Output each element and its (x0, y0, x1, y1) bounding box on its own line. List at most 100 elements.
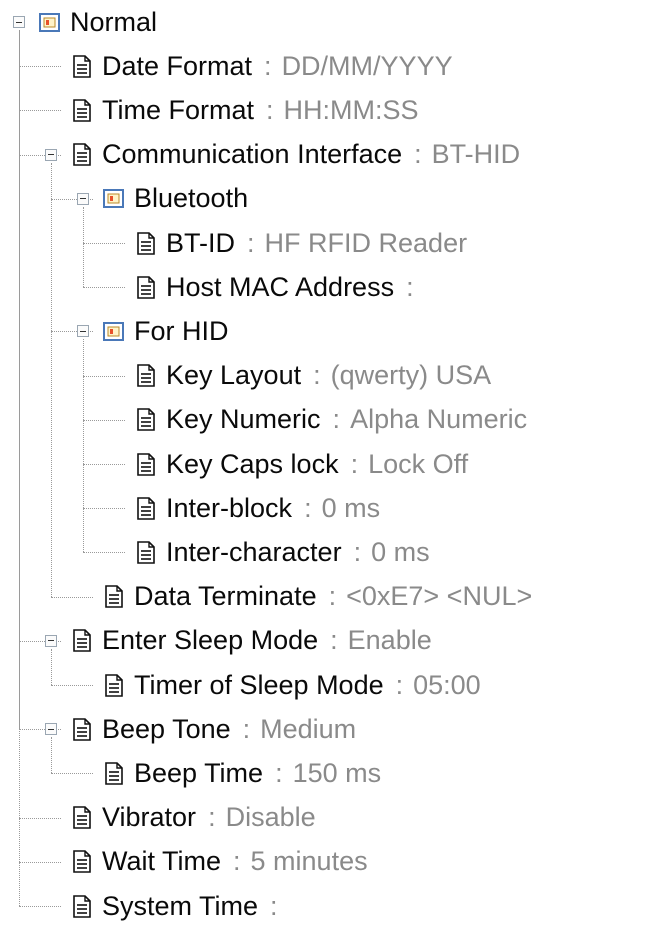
tree-item-separator: : (414, 139, 422, 170)
tree-connector (83, 206, 84, 288)
tree-item[interactable]: Beep Time:150 ms (103, 751, 381, 795)
document-icon (137, 496, 155, 520)
document-icon (73, 99, 91, 122)
tree-item-label: Beep Time (134, 757, 264, 788)
folder-icon (39, 12, 60, 32)
tree-item-label: BT-ID (166, 227, 236, 258)
tree-item-value: <0xE7> <NUL> (346, 581, 533, 612)
tree-item-label: System Time (102, 890, 259, 921)
tree-item-label: Inter-character (166, 536, 342, 567)
tree-connector (19, 30, 20, 906)
tree-item-value: 5 minutes (250, 846, 368, 877)
tree-item[interactable]: Normal (39, 0, 157, 44)
tree-item-value: Disable (225, 802, 316, 833)
collapse-toggle-icon[interactable] (45, 148, 57, 161)
tree-item-separator: : (275, 757, 283, 788)
document-icon (73, 894, 91, 918)
tree-item-value: 0 ms (321, 492, 381, 523)
tree-item-separator: : (247, 227, 255, 258)
collapse-toggle-icon[interactable] (77, 325, 89, 338)
tree-item-separator: : (266, 94, 274, 125)
tree-connector (83, 243, 125, 244)
document-icon (137, 364, 155, 387)
tree-item-separator: : (350, 448, 359, 479)
tree-item[interactable]: Host MAC Address: (135, 265, 414, 309)
tree-item[interactable]: Key Caps lock: Lock Off (135, 442, 468, 486)
tree-item[interactable]: Time Format: HH:MM:SS (71, 88, 419, 132)
document-icon (73, 717, 91, 741)
document-icon (105, 762, 123, 785)
tree-item-separator: : (313, 360, 321, 391)
document-icon (137, 231, 155, 255)
tree-item[interactable]: Beep Tone: Medium (71, 707, 356, 751)
tree-item[interactable]: Timer of Sleep Mode:05:00 (103, 663, 481, 707)
tree-item-value: HF RFID Reader (264, 227, 468, 258)
tree-item[interactable]: Data Terminate: <0xE7> <NUL> (103, 575, 532, 619)
tree-connector (19, 66, 61, 68)
tree-item-value: Medium (260, 713, 357, 744)
tree-item[interactable]: Inter-block:0 ms (135, 486, 380, 530)
tree-item-value: 05:00 (413, 669, 481, 700)
tree-item-separator: : (330, 625, 338, 656)
tree-item[interactable]: Vibrator: Disable (71, 796, 316, 840)
tree-item[interactable]: BT-ID: HF RFID Reader (135, 221, 467, 265)
document-icon (137, 541, 155, 564)
tree-item-label: Host MAC Address (166, 271, 395, 302)
document-icon (73, 54, 91, 78)
tree-connector (19, 861, 61, 863)
tree-item[interactable]: Date Format: DD/MM/YYYY (71, 44, 453, 88)
tree-item[interactable]: Key Numeric: Alpha Numeric (135, 398, 527, 442)
tree-item-separator: : (242, 713, 251, 744)
folder-icon (103, 189, 124, 209)
collapse-toggle-icon[interactable] (45, 634, 57, 647)
collapse-toggle-icon[interactable] (13, 16, 25, 28)
collapse-toggle-icon[interactable] (45, 723, 57, 736)
tree-item-separator: : (353, 536, 362, 567)
document-icon (137, 452, 155, 476)
tree-connector (51, 648, 52, 685)
tree-connector (19, 817, 61, 819)
tree-item-label: Inter-block (166, 492, 293, 523)
tree-item-separator: : (304, 492, 312, 523)
tree-item-separator: : (328, 581, 337, 612)
document-icon (73, 143, 91, 166)
tree-item[interactable]: Wait Time:5 minutes (71, 840, 368, 884)
tree-item[interactable]: Key Layout: (qwerty) USA (135, 354, 491, 398)
tree-item-separator: : (208, 802, 216, 833)
tree-connector (19, 110, 61, 112)
tree-item-value: (qwerty) USA (330, 360, 492, 391)
tree-item-value: 0 ms (371, 536, 430, 567)
tree-item-label: Wait Time (102, 846, 222, 877)
tree-item-value: HH:MM:SS (283, 94, 419, 125)
collapse-toggle-icon[interactable] (77, 192, 89, 205)
tree-item[interactable]: System Time: (71, 884, 278, 928)
tree-item-separator: : (233, 846, 241, 877)
document-icon (73, 850, 91, 874)
tree-item[interactable]: Inter-character:0 ms (135, 530, 430, 574)
tree-connector (83, 552, 125, 554)
tree-item[interactable]: For HID (103, 309, 229, 353)
document-icon (73, 806, 91, 829)
tree-item-separator: : (395, 669, 404, 700)
tree-item-value: Alpha Numeric (350, 404, 528, 435)
tree-item-label: Enter Sleep Mode (102, 625, 319, 656)
tree-connector (83, 419, 125, 421)
tree-connector (83, 287, 125, 289)
tree-item-value: BT-HID (431, 139, 521, 170)
document-icon (73, 629, 91, 653)
tree-item-label: Data Terminate (134, 581, 317, 612)
tree-item[interactable]: Enter Sleep Mode: Enable (71, 619, 432, 663)
tree-item[interactable]: Bluetooth (103, 177, 248, 221)
document-icon (137, 275, 155, 299)
tree-item-value: 150 ms (292, 757, 382, 788)
tree-item-value: Enable (347, 625, 432, 656)
document-icon (137, 408, 155, 432)
tree-connector (83, 339, 84, 553)
tree-item-label: Normal (70, 6, 158, 37)
tree-item-label: Key Numeric (166, 404, 321, 435)
tree-item-label: Key Caps lock (166, 448, 339, 479)
tree-item-value: DD/MM/YYYY (281, 50, 453, 81)
tree-item[interactable]: Communication Interface: BT-HID (71, 133, 520, 177)
tree-connector (83, 464, 125, 465)
tree-connector (83, 375, 125, 377)
